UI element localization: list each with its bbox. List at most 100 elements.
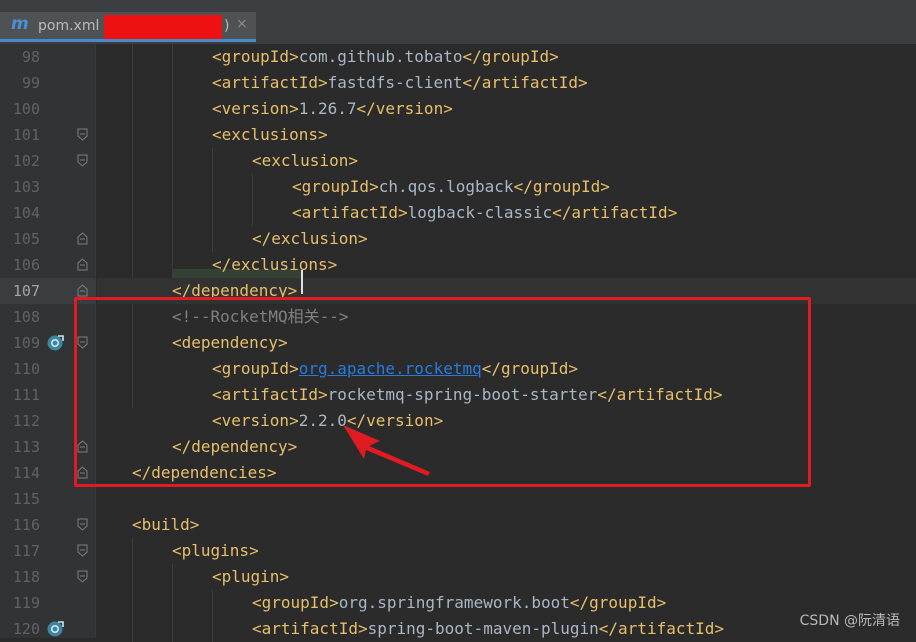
- xml-tag: <artifactId>: [252, 619, 368, 638]
- tab-pom-xml[interactable]: m pom.xml ( ) ×: [0, 12, 256, 42]
- line-number: 114: [12, 464, 40, 482]
- line-number: 110: [12, 360, 40, 378]
- watermark: CSDN @阮清语: [799, 613, 900, 629]
- editor-tab-bar: m pom.xml ( ) ×: [0, 0, 916, 44]
- fold-close-icon[interactable]: [77, 258, 88, 271]
- fold-open-icon[interactable]: [77, 128, 88, 141]
- xml-tag: <groupId>: [252, 593, 339, 612]
- line-number: 115: [12, 490, 40, 508]
- tab-title-end: ): [224, 18, 230, 34]
- line-number: 98: [21, 48, 40, 66]
- xml-tag: </version>: [356, 99, 453, 118]
- close-tab-icon[interactable]: ×: [236, 16, 248, 32]
- text-caret: [301, 270, 303, 294]
- line-number: 118: [12, 568, 40, 586]
- code-line[interactable]: 117 <plugins>: [0, 538, 916, 564]
- code-text: <artifactId>fastdfs-client</artifactId>: [212, 73, 588, 93]
- maven-file-icon: m: [11, 14, 29, 34]
- code-text: <groupId>org.springframework.boot</group…: [252, 593, 666, 613]
- fold-open-icon[interactable]: [77, 518, 88, 531]
- line-number: 104: [12, 204, 40, 222]
- line-number: 117: [12, 542, 40, 560]
- code-line[interactable]: 118 <plugin>: [0, 564, 916, 590]
- xml-tag: <artifactId>: [292, 203, 408, 222]
- tab-title: pom.xml (: [38, 18, 110, 34]
- xml-tag: </groupId>: [569, 593, 667, 612]
- line-number: 112: [12, 412, 40, 430]
- line-number: 103: [12, 178, 40, 196]
- fold-open-icon[interactable]: [77, 154, 88, 167]
- fold-close-icon[interactable]: [77, 232, 88, 245]
- code-text: </exclusions>: [212, 255, 337, 275]
- code-text: <build>: [132, 515, 199, 535]
- xml-value: spring-boot-maven-plugin: [367, 619, 599, 638]
- code-text: <artifactId>logback-classic</artifactId>: [292, 203, 677, 223]
- line-number: 119: [12, 594, 40, 612]
- code-editor[interactable]: 98 <groupId>com.github.tobato</groupId> 99…: [0, 44, 916, 642]
- fold-open-icon[interactable]: [77, 544, 88, 557]
- code-line[interactable]: 100 <version>1.26.7</version>: [0, 96, 916, 122]
- run-gutter-icon[interactable]: [46, 334, 64, 352]
- line-number: 102: [12, 152, 40, 170]
- xml-tag: </exclusions>: [212, 255, 338, 274]
- xml-tag: <artifactId>: [212, 73, 328, 92]
- code-text: <version>1.26.7</version>: [212, 99, 453, 119]
- xml-tag: <exclusions>: [212, 125, 328, 144]
- xml-value: 1.26.7: [298, 99, 357, 118]
- xml-value: org.springframework.boot: [338, 593, 570, 612]
- run-gutter-icon[interactable]: [46, 620, 64, 638]
- code-text: <groupId>com.github.tobato</groupId>: [212, 47, 559, 67]
- code-line[interactable]: 102 <exclusion>: [0, 148, 916, 174]
- xml-tag: <exclusion>: [252, 151, 358, 170]
- redaction-mark: [104, 15, 222, 39]
- line-number: 111: [12, 386, 40, 404]
- line-number: 113: [12, 438, 40, 456]
- xml-tag: </groupId>: [462, 47, 559, 66]
- xml-tag: <plugin>: [212, 567, 290, 586]
- code-text: </exclusion>: [252, 229, 368, 249]
- line-number: 107: [12, 282, 40, 300]
- code-line[interactable]: 103 <groupId>ch.qos.logback</groupId>: [0, 174, 916, 200]
- code-line[interactable]: 115: [0, 486, 916, 512]
- fold-close-icon[interactable]: [77, 284, 88, 297]
- code-text: <plugins>: [172, 541, 259, 561]
- line-number: 109: [12, 334, 40, 352]
- xml-tag: </groupId>: [513, 177, 610, 196]
- code-line[interactable]: 105 </exclusion>: [0, 226, 916, 252]
- code-line[interactable]: 116 <build>: [0, 512, 916, 538]
- code-text: <artifactId>spring-boot-maven-plugin</ar…: [252, 619, 724, 639]
- xml-tag: <build>: [132, 515, 200, 534]
- line-number: 101: [12, 126, 40, 144]
- line-number: 105: [12, 230, 40, 248]
- code-line[interactable]: 106 </exclusions>: [0, 252, 916, 278]
- xml-tag: <groupId>: [292, 177, 379, 196]
- xml-tag: <groupId>: [212, 47, 299, 66]
- xml-value: ch.qos.logback: [378, 177, 514, 196]
- xml-value: logback-classic: [407, 203, 553, 222]
- fold-open-icon[interactable]: [77, 570, 88, 583]
- line-number: 106: [12, 256, 40, 274]
- xml-tag: </artifactId>: [552, 203, 678, 222]
- code-line[interactable]: 101 <exclusions>: [0, 122, 916, 148]
- line-number: 100: [12, 100, 40, 118]
- xml-tag: </exclusion>: [252, 229, 368, 248]
- xml-tag: </artifactId>: [462, 73, 588, 92]
- code-text: <plugin>: [212, 567, 289, 587]
- xml-tag: <version>: [212, 99, 299, 118]
- xml-value: fastdfs-client: [327, 73, 463, 92]
- line-number: 99: [21, 74, 40, 92]
- code-line[interactable]: 99 <artifactId>fastdfs-client</artifactId…: [0, 70, 916, 96]
- code-text: <groupId>ch.qos.logback</groupId>: [292, 177, 610, 197]
- xml-tag: </artifactId>: [598, 619, 725, 638]
- xml-value: com.github.tobato: [298, 47, 463, 66]
- code-text: <exclusion>: [252, 151, 358, 171]
- line-number: 108: [12, 308, 40, 326]
- code-line[interactable]: 98 <groupId>com.github.tobato</groupId>: [0, 44, 916, 70]
- annotation-box: [74, 297, 811, 487]
- code-text: <exclusions>: [212, 125, 328, 145]
- line-number: 116: [12, 516, 40, 534]
- code-line[interactable]: 119 <groupId>org.springframework.boot</gr…: [0, 590, 916, 616]
- code-line[interactable]: 104 <artifactId>logback-classic</artifact…: [0, 200, 916, 226]
- code-line[interactable]: 120 <artifactId>spring-boot-maven-plugin<…: [0, 616, 916, 642]
- xml-tag: <plugins>: [172, 541, 259, 560]
